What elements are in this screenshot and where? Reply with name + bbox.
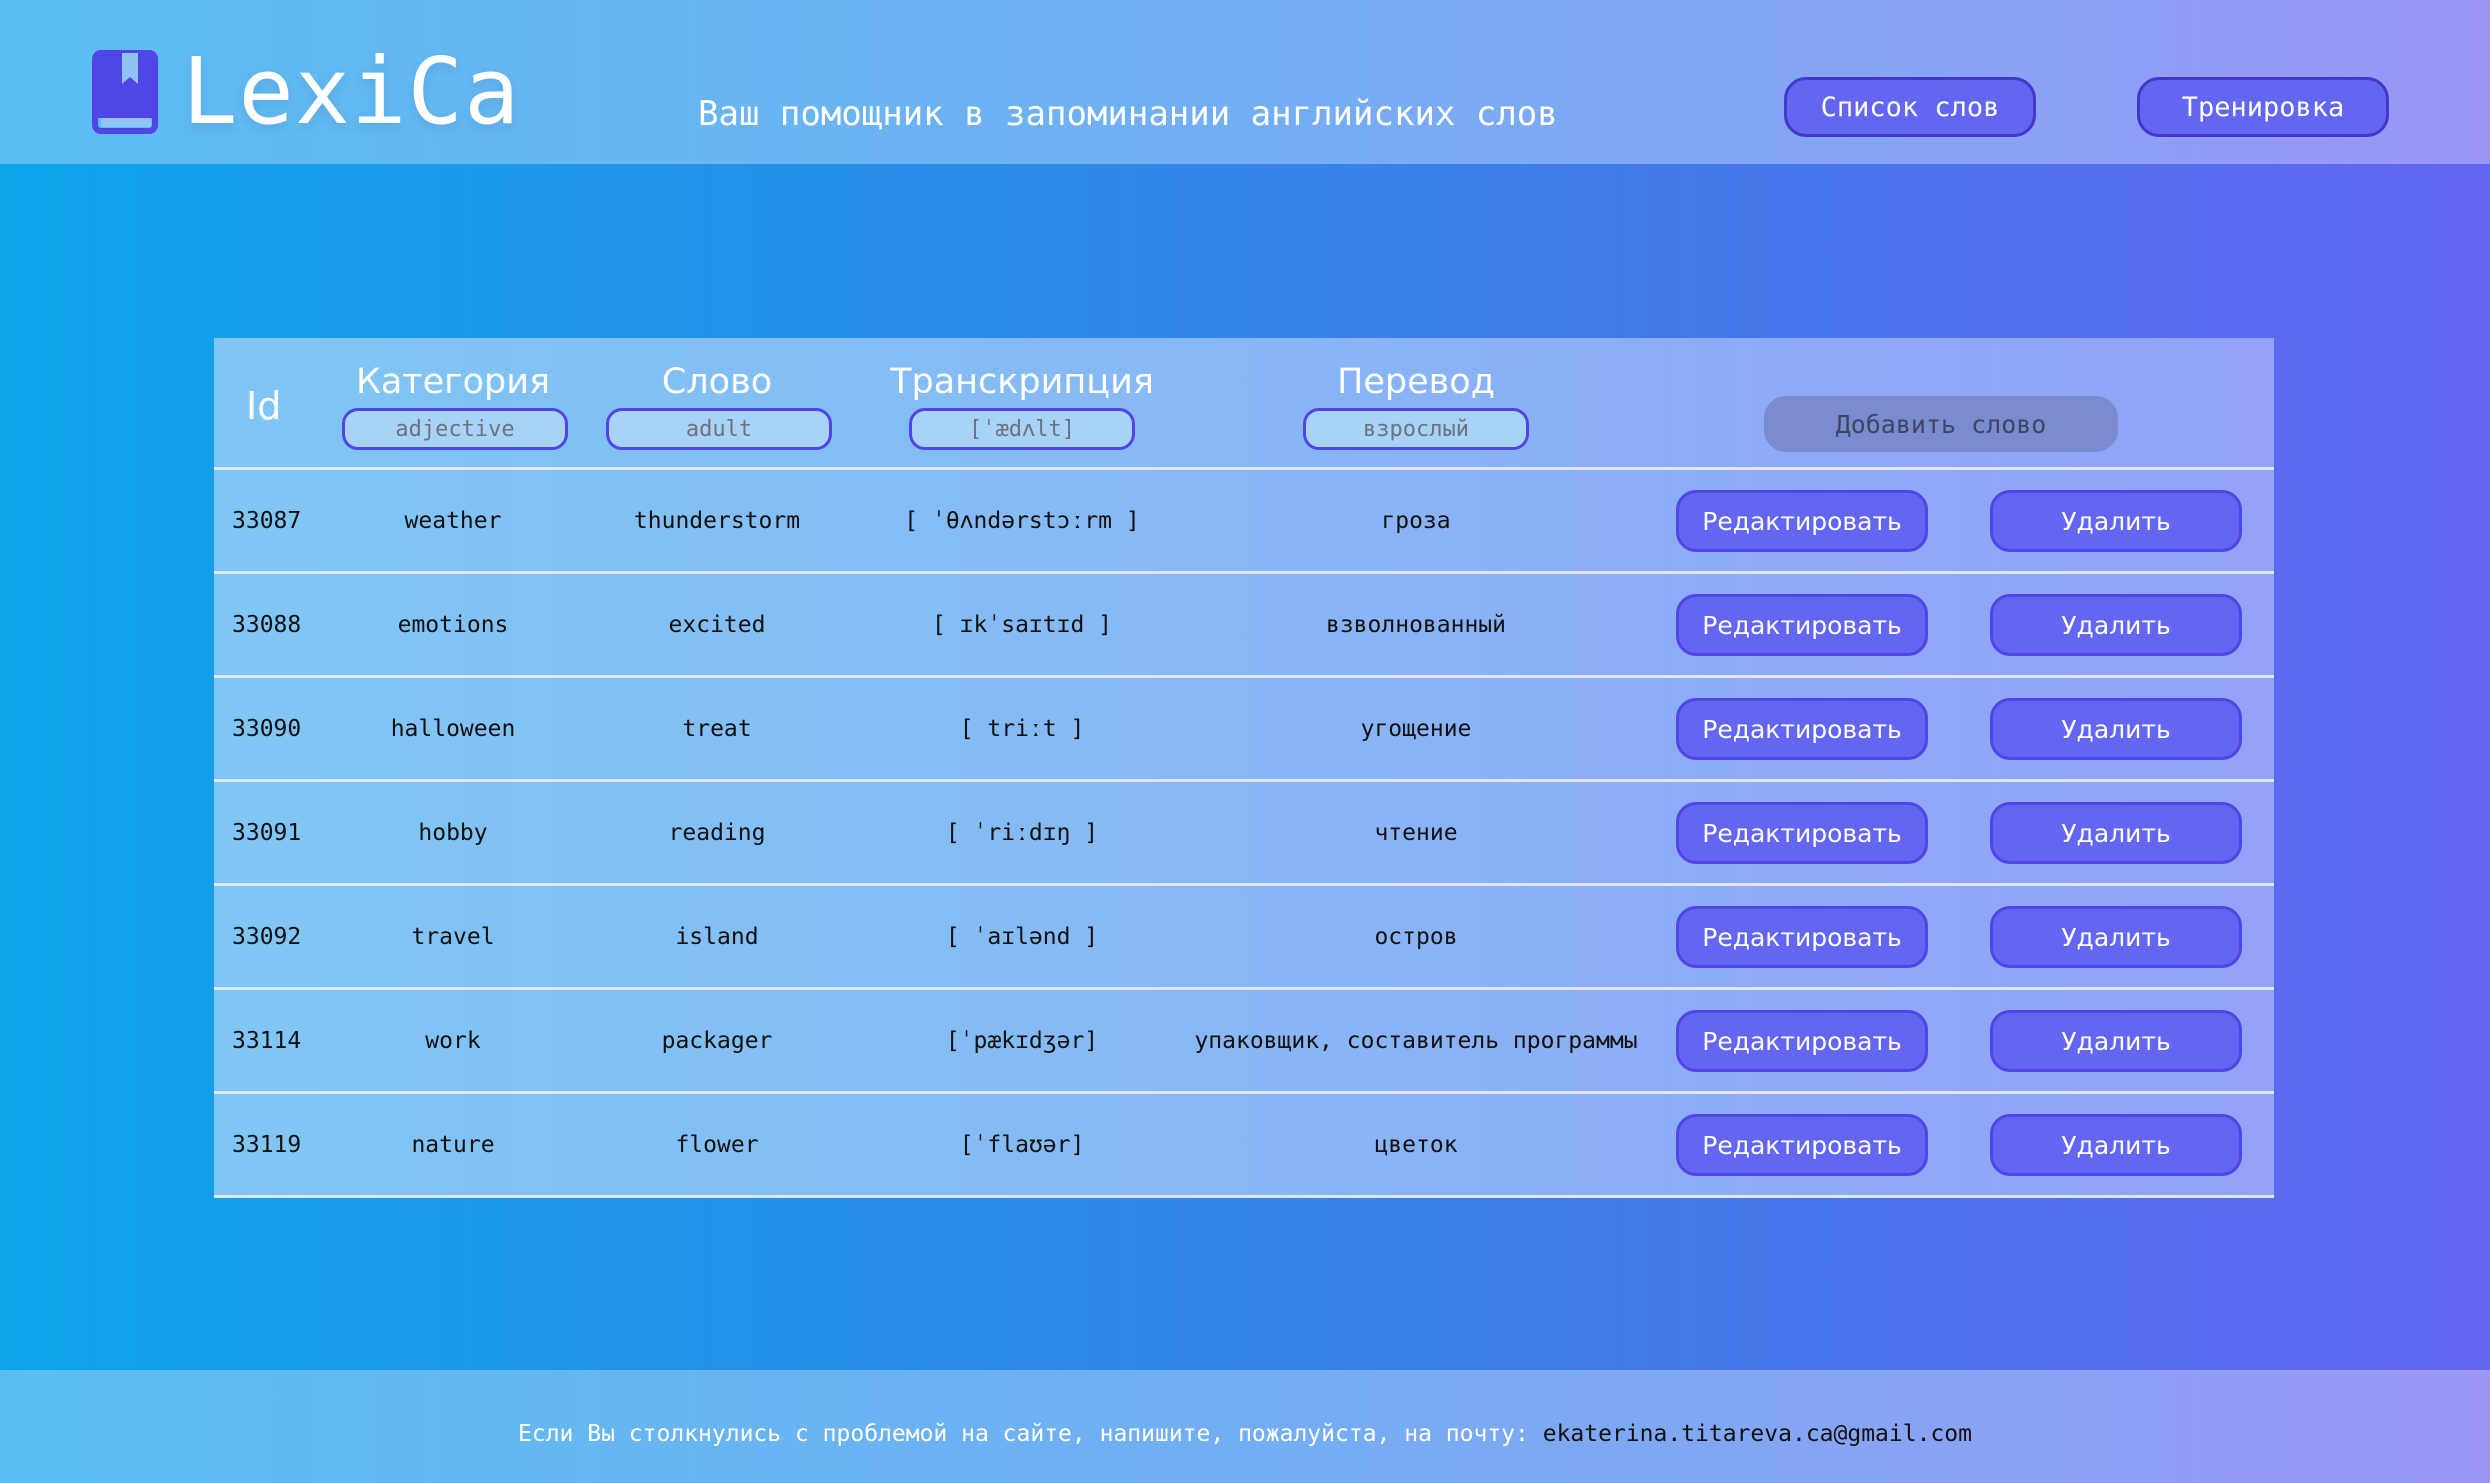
cell-id: 33087 bbox=[232, 507, 302, 534]
cell-translation: цветок bbox=[1374, 1131, 1458, 1158]
nav-word-list-button[interactable]: Список слов bbox=[1784, 77, 2036, 137]
delete-button[interactable]: Удалить bbox=[1990, 490, 2242, 552]
table-row: 33119 nature flower [ˈflaʊər] цветок Ред… bbox=[214, 1094, 2274, 1198]
cell-id: 33091 bbox=[232, 819, 302, 846]
cell-transcription: [ ˈaɪlənd ] bbox=[945, 923, 1099, 950]
cell-transcription: [ˈflaʊər] bbox=[959, 1131, 1085, 1158]
cell-transcription: [ ɪkˈsaɪtɪd ] bbox=[931, 611, 1112, 638]
cell-translation: упаковщик, составитель программы bbox=[1194, 1027, 1638, 1054]
cell-translation: угощение bbox=[1360, 715, 1472, 742]
column-label-word: Слово bbox=[661, 362, 773, 402]
table-row: 33088 emotions excited [ ɪkˈsaɪtɪd ] взв… bbox=[214, 574, 2274, 678]
table-header: Id Категория Слово Транскрипция Перевод … bbox=[214, 338, 2274, 470]
edit-button[interactable]: Редактировать bbox=[1676, 594, 1928, 656]
edit-button[interactable]: Редактировать bbox=[1676, 802, 1928, 864]
cell-category: weather bbox=[404, 507, 502, 534]
cell-category: travel bbox=[411, 923, 495, 950]
footer: Если Вы столкнулись с проблемой на сайте… bbox=[0, 1370, 2490, 1483]
cell-transcription: [ˈpækɪdʒər] bbox=[945, 1027, 1099, 1054]
cell-transcription: [ ˈθʌndərstɔːrm ] bbox=[904, 507, 1140, 534]
delete-button[interactable]: Удалить bbox=[1990, 594, 2242, 656]
footer-email-link[interactable]: ekaterina.titareva.ca@gmail.com bbox=[1543, 1421, 1972, 1447]
tagline: Ваш помощник в запоминании английских сл… bbox=[698, 94, 1558, 134]
header: LexiCa Ваш помощник в запоминании англий… bbox=[0, 0, 2490, 164]
cell-translation: чтение bbox=[1374, 819, 1458, 846]
cell-transcription: [ ˈriːdɪŋ ] bbox=[945, 819, 1099, 846]
table-row: 33091 hobby reading [ ˈriːdɪŋ ] чтение Р… bbox=[214, 782, 2274, 886]
edit-button[interactable]: Редактировать bbox=[1676, 1010, 1928, 1072]
table-row: 33087 weather thunderstorm [ ˈθʌndərstɔː… bbox=[214, 470, 2274, 574]
column-header-transcription: Транскрипция bbox=[874, 360, 1170, 450]
footer-message: Если Вы столкнулись с проблемой на сайте… bbox=[518, 1420, 1543, 1447]
delete-button[interactable]: Удалить bbox=[1990, 802, 2242, 864]
cell-id: 33119 bbox=[232, 1131, 302, 1158]
logo[interactable]: LexiCa bbox=[92, 46, 520, 138]
translation-input[interactable] bbox=[1303, 408, 1529, 450]
add-word-button[interactable]: Добавить слово bbox=[1764, 396, 2118, 452]
delete-button[interactable]: Удалить bbox=[1990, 1114, 2242, 1176]
logo-text: LexiCa bbox=[182, 38, 521, 145]
column-label-translation: Перевод bbox=[1337, 362, 1495, 402]
cell-word: packager bbox=[661, 1027, 773, 1054]
cell-category: nature bbox=[411, 1131, 495, 1158]
cell-category: hobby bbox=[418, 819, 488, 846]
cell-id: 33092 bbox=[232, 923, 302, 950]
cell-translation: взволнованный bbox=[1325, 611, 1506, 638]
cell-word: excited bbox=[668, 611, 766, 638]
column-header-word: Слово bbox=[606, 360, 832, 450]
cell-transcription: [ triːt ] bbox=[959, 715, 1085, 742]
table-row: 33092 travel island [ ˈaɪlənd ] остров Р… bbox=[214, 886, 2274, 990]
column-label-category: Категория bbox=[355, 362, 551, 402]
nav-training-button[interactable]: Тренировка bbox=[2137, 77, 2389, 137]
column-label-transcription: Транскрипция bbox=[890, 362, 1154, 402]
table-row: 33114 work packager [ˈpækɪdʒər] упаковщи… bbox=[214, 990, 2274, 1094]
cell-id: 33088 bbox=[232, 611, 302, 638]
footer-text: Если Вы столкнулись с проблемой на сайте… bbox=[518, 1421, 1972, 1447]
table-row: 33090 halloween treat [ triːt ] угощение… bbox=[214, 678, 2274, 782]
edit-button[interactable]: Редактировать bbox=[1676, 1114, 1928, 1176]
cell-id: 33114 bbox=[232, 1027, 302, 1054]
book-icon bbox=[92, 50, 158, 134]
column-header-id: Id bbox=[246, 384, 282, 428]
word-input[interactable] bbox=[606, 408, 832, 450]
delete-button[interactable]: Удалить bbox=[1990, 1010, 2242, 1072]
cell-category: emotions bbox=[397, 611, 509, 638]
cell-word: flower bbox=[675, 1131, 759, 1158]
edit-button[interactable]: Редактировать bbox=[1676, 906, 1928, 968]
words-table: Id Категория Слово Транскрипция Перевод … bbox=[214, 338, 2274, 1198]
cell-translation: остров bbox=[1374, 923, 1458, 950]
cell-word: reading bbox=[668, 819, 766, 846]
edit-button[interactable]: Редактировать bbox=[1676, 490, 1928, 552]
cell-word: island bbox=[675, 923, 759, 950]
edit-button[interactable]: Редактировать bbox=[1676, 698, 1928, 760]
cell-word: treat bbox=[682, 715, 752, 742]
transcription-input[interactable] bbox=[909, 408, 1135, 450]
delete-button[interactable]: Удалить bbox=[1990, 906, 2242, 968]
cell-id: 33090 bbox=[232, 715, 302, 742]
cell-category: halloween bbox=[390, 715, 516, 742]
column-header-category: Категория bbox=[342, 360, 568, 450]
delete-button[interactable]: Удалить bbox=[1990, 698, 2242, 760]
cell-word: thunderstorm bbox=[633, 507, 801, 534]
cell-translation: гроза bbox=[1381, 507, 1451, 534]
column-header-translation: Перевод bbox=[1278, 360, 1554, 450]
cell-category: work bbox=[425, 1027, 481, 1054]
category-input[interactable] bbox=[342, 408, 568, 450]
